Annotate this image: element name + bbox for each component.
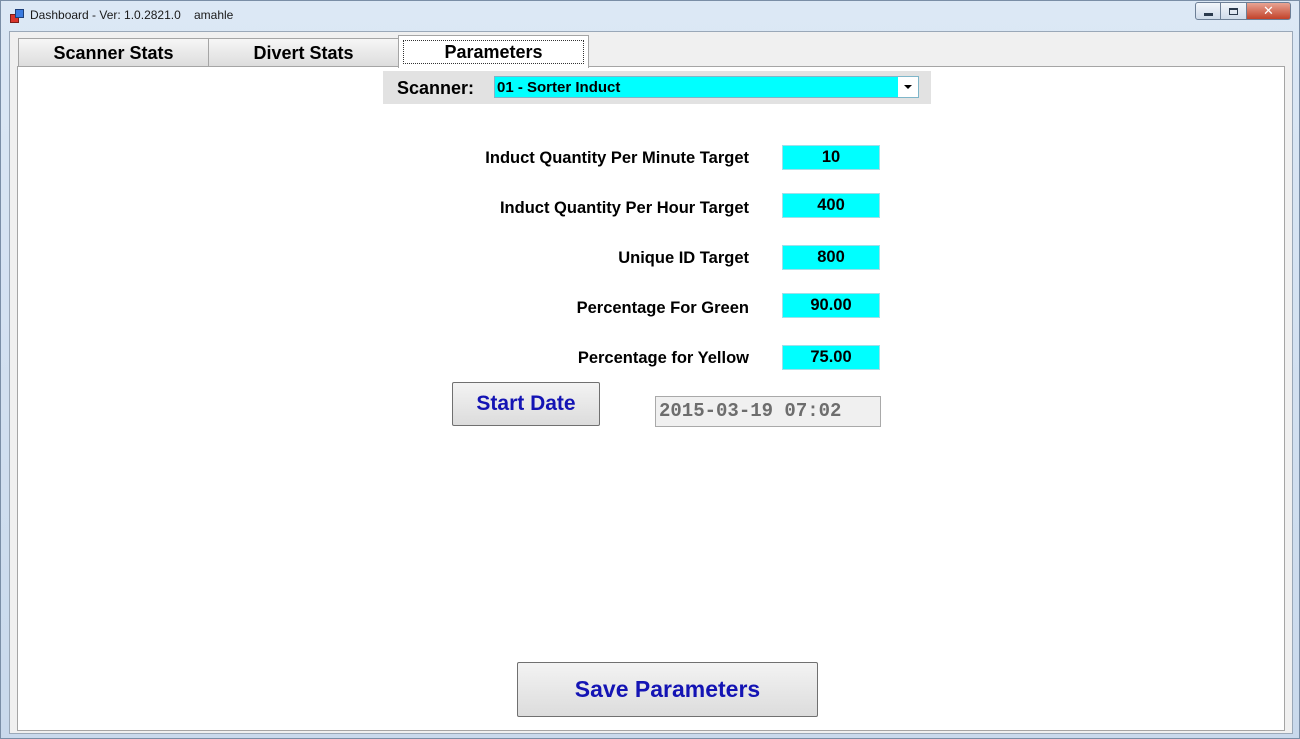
start-date-button-label: Start Date <box>476 392 576 415</box>
parameters-panel: Scanner: 01 - Sorter Induct Induct Quant… <box>17 66 1285 731</box>
tab-label: Divert Stats <box>253 42 354 63</box>
maximize-icon <box>1229 7 1238 15</box>
window-controls: ✕ <box>1195 2 1291 22</box>
param-label-percentage-green: Percentage For Green <box>576 299 749 317</box>
param-label-hour-target: Induct Quantity Per Hour Target <box>499 199 749 217</box>
start-date-field[interactable]: 2015-03-19 07:02 <box>655 396 881 427</box>
param-label-percentage-yellow: Percentage for Yellow <box>577 349 749 367</box>
hour-target-input[interactable] <box>782 193 880 218</box>
save-parameters-label: Save Parameters <box>574 676 761 702</box>
minimize-button[interactable] <box>1195 2 1221 20</box>
save-parameters-button[interactable]: Save Parameters <box>517 662 818 717</box>
scanner-selected-value: 01 - Sorter Induct <box>497 79 621 96</box>
app-window: Dashboard - Ver: 1.0.2821.0 amahle ✕ Sca… <box>0 0 1300 739</box>
window-title: Dashboard - Ver: 1.0.2821.0 <box>30 8 181 22</box>
param-label-unique-id-target: Unique ID Target <box>618 249 749 267</box>
window-user: amahle <box>194 8 234 22</box>
title-bar[interactable]: Dashboard - Ver: 1.0.2821.0 amahle ✕ <box>1 1 1299 31</box>
scanner-bar: Scanner: 01 - Sorter Induct <box>383 71 931 104</box>
tab-label: Scanner Stats <box>53 42 174 63</box>
percentage-green-input[interactable] <box>782 293 880 318</box>
scanner-dropdown-button[interactable] <box>898 77 918 97</box>
chevron-down-icon <box>904 85 912 89</box>
close-button[interactable]: ✕ <box>1247 2 1291 20</box>
start-date-button[interactable]: Start Date <box>452 382 600 426</box>
minute-target-input[interactable] <box>782 145 880 170</box>
scanner-label: Scanner: <box>397 78 475 98</box>
tab-divert-stats[interactable]: Divert Stats <box>208 38 399 67</box>
scanner-dropdown[interactable]: 01 - Sorter Induct <box>494 76 919 98</box>
percentage-yellow-input[interactable] <box>782 345 880 370</box>
client-area: Scanner Stats Divert Stats Parameters Sc… <box>9 31 1293 734</box>
start-date-value: 2015-03-19 07:02 <box>659 400 842 422</box>
maximize-button[interactable] <box>1221 2 1247 20</box>
param-label-minute-target: Induct Quantity Per Minute Target <box>485 149 749 167</box>
minimize-icon <box>1203 12 1213 16</box>
tab-scanner-stats[interactable]: Scanner Stats <box>18 38 209 67</box>
tab-label: Parameters <box>403 40 584 64</box>
unique-id-target-input[interactable] <box>782 245 880 270</box>
app-window-icon[interactable] <box>10 9 24 23</box>
close-icon: ✕ <box>1263 3 1274 19</box>
tab-parameters[interactable]: Parameters <box>398 35 589 68</box>
